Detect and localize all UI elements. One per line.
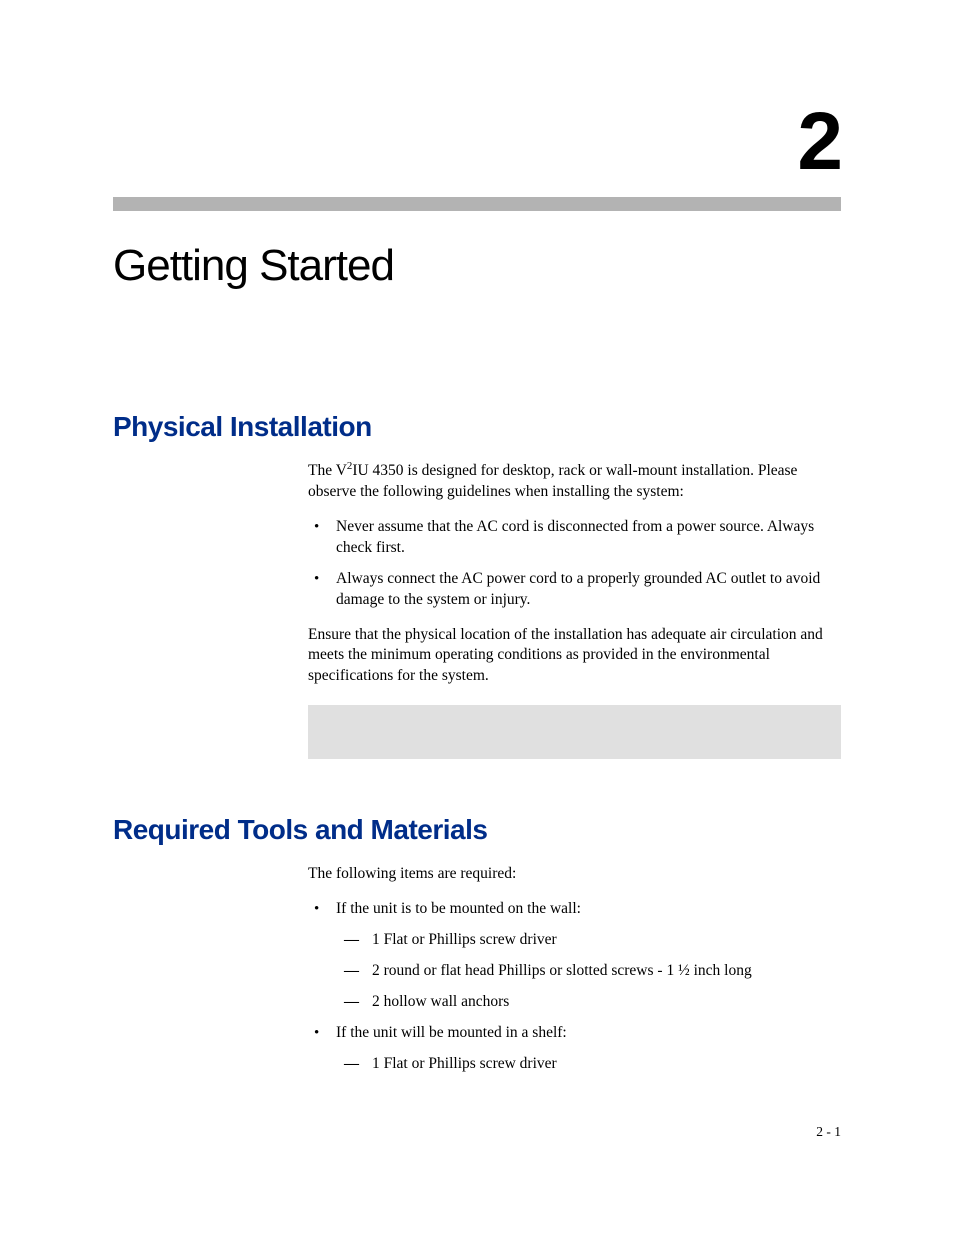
list-item-label: If the unit is to be mounted on the wall… — [336, 900, 581, 917]
sub-list: 1 Flat or Phillips screw driver — [336, 1054, 841, 1075]
sub-list-item: 2 round or flat head Phillips or slotted… — [336, 961, 841, 982]
sub-list-item: 1 Flat or Phillips screw driver — [336, 1054, 841, 1075]
physical-closing-paragraph: Ensure that the physical location of the… — [308, 625, 841, 688]
chapter-number: 2 — [113, 95, 841, 189]
list-item: Never assume that the AC cord is disconn… — [308, 517, 841, 559]
list-item-label: If the unit will be mounted in a shelf: — [336, 1024, 567, 1041]
page-content: 2 Getting Started Physical Installation … — [0, 0, 954, 1075]
list-item: If the unit will be mounted in a shelf: … — [308, 1023, 841, 1075]
sub-list-item: 1 Flat or Phillips screw driver — [336, 930, 841, 951]
section-heading-required-tools: Required Tools and Materials — [113, 814, 841, 846]
list-item: Always connect the AC power cord to a pr… — [308, 569, 841, 611]
tools-intro-paragraph: The following items are required: — [308, 864, 841, 885]
intro-text-pre: The V — [308, 462, 347, 479]
tools-bullet-list: If the unit is to be mounted on the wall… — [308, 899, 841, 1075]
sub-list-item: 2 hollow wall anchors — [336, 992, 841, 1013]
physical-bullet-list: Never assume that the AC cord is disconn… — [308, 517, 841, 611]
section-heading-physical-installation: Physical Installation — [113, 411, 841, 443]
horizontal-rule-bar — [113, 197, 841, 211]
intro-text-post: IU 4350 is designed for desktop, rack or… — [308, 462, 797, 500]
chapter-title: Getting Started — [113, 241, 841, 291]
note-placeholder-box — [308, 705, 841, 759]
page-number: 2 - 1 — [816, 1124, 841, 1140]
list-item: If the unit is to be mounted on the wall… — [308, 899, 841, 1013]
physical-intro-paragraph: The V2IU 4350 is designed for desktop, r… — [308, 461, 841, 503]
sub-list: 1 Flat or Phillips screw driver 2 round … — [336, 930, 841, 1013]
